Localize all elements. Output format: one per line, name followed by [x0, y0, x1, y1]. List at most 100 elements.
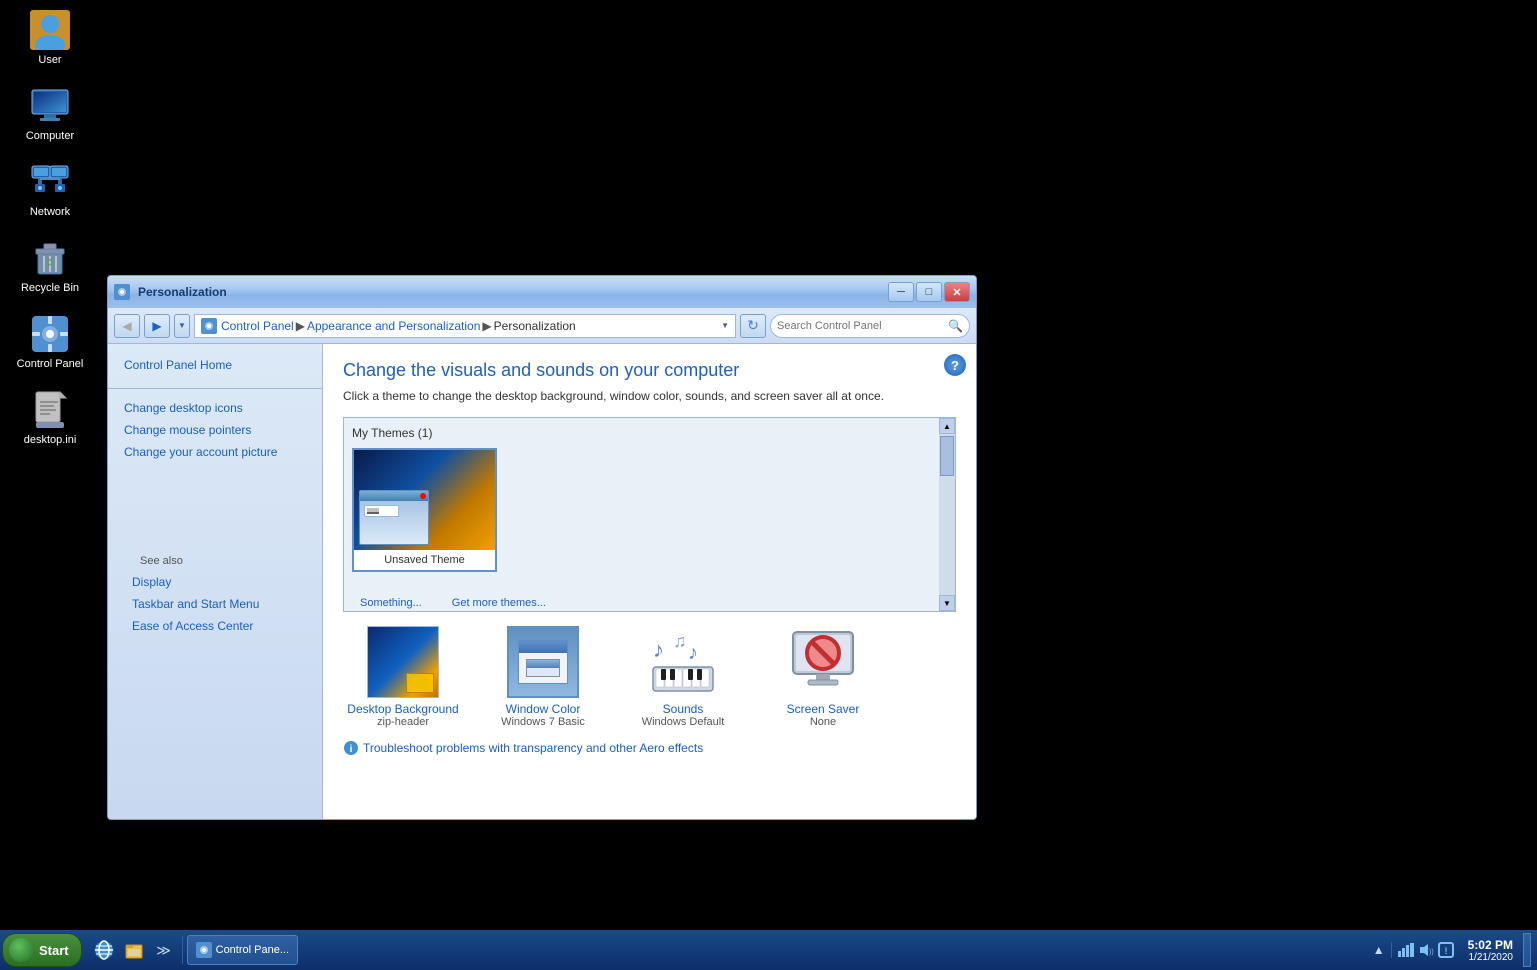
svg-text:i: i [350, 744, 353, 755]
title-bar: Personalization ─ □ ✕ [108, 276, 976, 308]
themes-row2-label2: Get more themes... [452, 597, 546, 609]
sidebar-control-panel-home[interactable]: Control Panel Home [108, 354, 322, 376]
search-icon[interactable]: 🔍 [948, 319, 963, 333]
action-tray-icon: ! [1438, 942, 1454, 958]
personalization-window: Personalization ─ □ ✕ ◀ ▶ ▼ [107, 275, 977, 820]
svg-text:♫: ♫ [673, 631, 687, 651]
svg-text:♪: ♪ [688, 642, 698, 664]
sidebar-change-mouse-pointers[interactable]: Change mouse pointers [108, 419, 322, 441]
close-button[interactable]: ✕ [944, 282, 970, 302]
search-input[interactable] [777, 320, 948, 332]
shortcut-sounds[interactable]: ♪ ♫ ♪ [623, 626, 743, 728]
themes-label: My Themes (1) [352, 426, 947, 440]
taskbar-items: Control Pane... [187, 935, 1367, 965]
main-title: Change the visuals and sounds on your co… [343, 360, 956, 381]
tray-network-icon[interactable] [1398, 942, 1414, 958]
svg-text:!: ! [1444, 946, 1447, 956]
taskbar-right: ▲ )))) [1367, 933, 1535, 967]
desktop-icon-ini[interactable]: desktop.ini [10, 390, 90, 446]
user-icon-label: User [38, 54, 61, 66]
back-button[interactable]: ◀ [114, 314, 140, 338]
clock[interactable]: 5:02 PM 1/21/2020 [1464, 938, 1517, 963]
tray-arrow-button[interactable]: ▲ [1371, 942, 1387, 958]
troubleshoot-text: Troubleshoot problems with transparency … [363, 741, 703, 755]
sidebar-display[interactable]: Display [124, 571, 306, 593]
breadcrumb-part-2[interactable]: Appearance and Personalization [307, 319, 480, 333]
quick-launch: ≫ [86, 936, 183, 964]
troubleshoot-link[interactable]: i Troubleshoot problems with transparenc… [343, 740, 956, 756]
refresh-icon [747, 317, 759, 334]
theme-preview [354, 450, 495, 550]
shortcut-screen-saver[interactable]: Screen Saver None [763, 626, 883, 728]
breadcrumb-sep-1: ▶ [296, 319, 305, 333]
maximize-button[interactable]: □ [916, 282, 942, 302]
window-body: Control Panel Home Change desktop icons … [108, 344, 976, 819]
start-label: Start [39, 943, 69, 958]
desktop: User Computer [0, 0, 1537, 970]
tray-action-icon[interactable]: ! [1438, 942, 1454, 958]
sidebar-change-account-picture[interactable]: Change your account picture [108, 441, 322, 463]
main-subtitle: Click a theme to change the desktop back… [343, 389, 956, 403]
sidebar-ease-of-access[interactable]: Ease of Access Center [124, 615, 306, 637]
cpanel-icon [30, 314, 70, 354]
window-color-label: Window Color [506, 702, 581, 716]
sidebar-taskbar-start-menu[interactable]: Taskbar and Start Menu [124, 593, 306, 615]
ql-more-button[interactable]: ≫ [150, 936, 178, 964]
forward-button[interactable]: ▶ [144, 314, 170, 338]
desktop-icon-cpanel[interactable]: Control Panel [10, 314, 90, 370]
main-content: ? Change the visuals and sounds on your … [323, 344, 976, 819]
theme-item-unsaved[interactable]: Unsaved Theme [352, 448, 497, 572]
see-also-label: See also [124, 543, 306, 571]
theme-scroll-down[interactable]: ▼ [939, 595, 955, 611]
show-desktop-button[interactable] [1523, 933, 1531, 967]
clock-date: 1/21/2020 [1468, 952, 1513, 963]
ql-explorer-button[interactable] [120, 936, 148, 964]
svg-text:♪: ♪ [653, 637, 664, 662]
clock-time: 5:02 PM [1468, 938, 1513, 952]
sounds-icon: ♪ ♫ ♪ [647, 626, 719, 698]
network-tray-icon [1398, 943, 1414, 957]
help-button[interactable]: ? [944, 354, 966, 376]
desktop-background-sublabel: zip-header [377, 716, 429, 728]
theme-scrollbar: ▲ ▼ [939, 418, 955, 611]
desktop-icon-user[interactable]: User [10, 10, 90, 66]
system-tray: )))) ! [1391, 942, 1460, 958]
theme-scroll-up[interactable]: ▲ [939, 418, 955, 434]
path-dropdown-arrow[interactable]: ▼ [721, 321, 729, 330]
desktop-icon-recycle[interactable]: ♻ Recycle Bin [10, 238, 90, 294]
address-dropdown-button[interactable]: ▼ [174, 314, 190, 338]
desktop-icon-network[interactable]: Network [10, 162, 90, 218]
themes-row2-label1: Something... [360, 597, 422, 609]
ini-icon-label: desktop.ini [24, 434, 77, 446]
shortcut-window-color[interactable]: Window Color Windows 7 Basic [483, 626, 603, 728]
desktop-background-icon [367, 626, 439, 698]
theme-scroll-thumb[interactable] [940, 436, 954, 476]
screen-saver-sublabel: None [810, 716, 836, 728]
ql-ie-button[interactable] [90, 936, 118, 964]
minimize-button[interactable]: ─ [888, 282, 914, 302]
refresh-button[interactable] [740, 314, 766, 338]
taskbar-item-cpanel[interactable]: Control Pane... [187, 935, 298, 965]
cpanel-icon-label: Control Panel [17, 358, 84, 370]
screen-saver-icon [787, 626, 859, 698]
desktop-icon-computer[interactable]: Computer [10, 86, 90, 142]
network-icon-label: Network [30, 206, 70, 218]
start-orb [9, 938, 33, 962]
breadcrumb-part-1[interactable]: Control Panel [221, 319, 294, 333]
start-button[interactable]: Start [2, 933, 82, 967]
ini-icon [30, 390, 70, 430]
sidebar-change-desktop-icons[interactable]: Change desktop icons [108, 397, 322, 419]
shortcut-desktop-background[interactable]: Desktop Background zip-header [343, 626, 463, 728]
volume-tray-icon: )))) [1418, 942, 1434, 958]
recycle-icon-label: Recycle Bin [21, 282, 79, 294]
search-box[interactable]: 🔍 [770, 314, 970, 338]
sidebar: Control Panel Home Change desktop icons … [108, 344, 323, 819]
troubleshoot-icon: i [343, 740, 359, 756]
recycle-icon: ♻ [30, 238, 70, 278]
taskbar-item-label: Control Pane... [216, 944, 289, 956]
title-bar-title: Personalization [138, 285, 884, 299]
address-path[interactable]: Control Panel ▶ Appearance and Personali… [194, 314, 736, 338]
breadcrumb-sep-2: ▶ [482, 319, 491, 333]
explorer-icon [124, 940, 144, 960]
tray-volume-icon[interactable]: )))) [1418, 942, 1434, 958]
